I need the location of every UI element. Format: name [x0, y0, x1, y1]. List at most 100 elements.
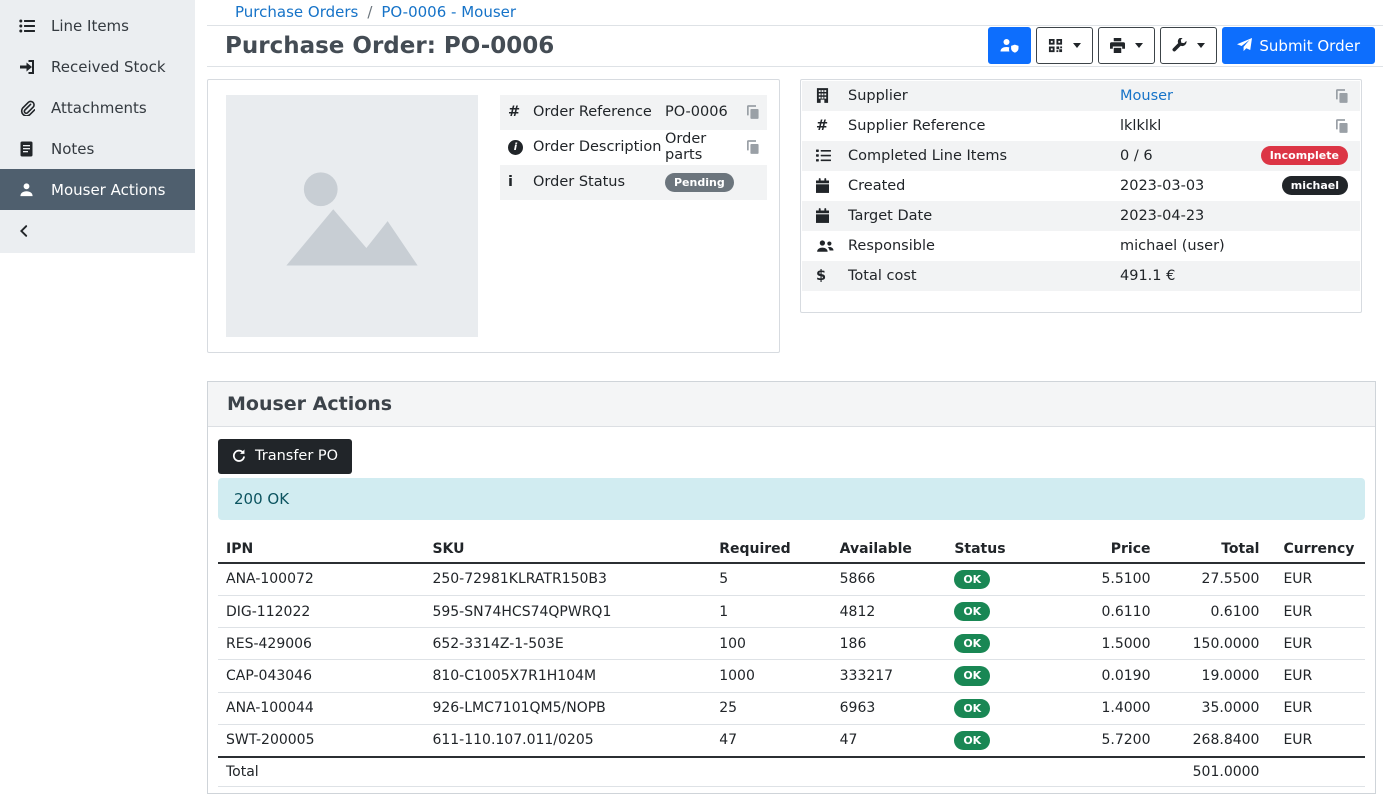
user-badge-wrap: michael [1282, 176, 1348, 195]
ok-badge: OK [954, 666, 990, 685]
order-actions-button[interactable] [1160, 27, 1217, 64]
field-value: 2023-04-23 [1120, 208, 1348, 224]
cell-available: 186 [832, 628, 947, 660]
completed-line-items-row: Completed Line Items 0 / 6 Incomplete [802, 141, 1360, 171]
cell-sku: 926-LMC7101QM5/NOPB [424, 692, 711, 724]
field-value: Pending [665, 173, 759, 192]
sidebar-item-received-stock[interactable]: Received Stock [0, 46, 195, 87]
table-row: ANA-100044 926-LMC7101QM5/NOPB 25 6963 O… [218, 692, 1365, 724]
cell-total: 35.0000 [1159, 692, 1268, 724]
sidebar-collapse-button[interactable] [0, 210, 195, 251]
col-header-status: Status [946, 536, 1066, 563]
order-permissions-button[interactable] [988, 27, 1031, 64]
order-description-row: i Order Description Order parts [500, 130, 767, 165]
footer-total-value: 501.0000 [1159, 757, 1268, 787]
sidebar-item-mouser-actions[interactable]: Mouser Actions [0, 169, 195, 210]
qrcode-icon [1048, 38, 1063, 53]
info-circle-icon: i [508, 140, 533, 155]
note-icon [17, 141, 36, 157]
print-actions-button[interactable] [1098, 27, 1155, 64]
cell-total: 27.5500 [1159, 563, 1268, 596]
cell-required: 25 [711, 692, 831, 724]
breadcrumb: Purchase Orders / PO-0006 - Mouser [207, 0, 1383, 26]
sidebar-item-line-items[interactable]: Line Items [0, 5, 195, 46]
cell-status: OK [946, 628, 1066, 660]
field-label: Completed Line Items [848, 148, 1120, 164]
copy-icon[interactable] [747, 140, 759, 154]
supplier-link[interactable]: Mouser [1120, 88, 1173, 104]
order-detail-section: # Order Reference PO-0006 i Order Descri… [207, 67, 1383, 353]
cell-sku: 652-3314Z-1-503E [424, 628, 711, 660]
calendar-icon [816, 208, 848, 223]
page-header: Purchase Order: PO-0006 [207, 26, 1383, 67]
cell-sku: 611-110.107.011/0205 [424, 724, 711, 757]
submit-order-label: Submit Order [1259, 37, 1360, 55]
cell-ipn: ANA-100044 [218, 692, 424, 724]
responsible-row: Responsible michael (user) [802, 231, 1360, 261]
sidebar-item-label: Notes [51, 140, 94, 158]
cell-status: OK [946, 596, 1066, 628]
submit-order-button[interactable]: Submit Order [1222, 27, 1375, 64]
created-row: Created 2023-03-03 michael [802, 171, 1360, 201]
copy-icon[interactable] [1336, 119, 1348, 133]
sidebar-item-label: Line Items [51, 17, 129, 35]
cell-total: 0.6100 [1159, 596, 1268, 628]
col-header-total: Total [1159, 536, 1268, 563]
panel-body: Transfer PO 200 OK IPN SKU Required Avai… [208, 427, 1375, 793]
cell-total: 150.0000 [1159, 628, 1268, 660]
mouser-actions-panel: Mouser Actions Transfer PO 200 OK IPN [207, 381, 1376, 794]
cell-status: OK [946, 692, 1066, 724]
table-row: DIG-112022 595-SN74HCS74QPWRQ1 1 4812 OK… [218, 596, 1365, 628]
cell-required: 47 [711, 724, 831, 757]
panel-title: Mouser Actions [208, 382, 1375, 427]
main-content: Purchase Orders / PO-0006 - Mouser Purch… [207, 0, 1383, 794]
field-value: 491.1 € [1120, 268, 1348, 284]
breadcrumb-link-purchase-orders[interactable]: Purchase Orders [235, 3, 358, 21]
ok-badge: OK [954, 699, 990, 718]
line-items-table: IPN SKU Required Available Status Price … [218, 536, 1365, 787]
transfer-po-button[interactable]: Transfer PO [218, 439, 352, 474]
user-icon [17, 182, 36, 197]
refresh-icon [232, 449, 246, 463]
cell-required: 100 [711, 628, 831, 660]
field-value: Mouser [1120, 88, 1336, 104]
field-label: Order Description [533, 139, 665, 155]
cell-currency: EUR [1267, 596, 1365, 628]
sidebar-item-notes[interactable]: Notes [0, 128, 195, 169]
barcode-actions-button[interactable] [1036, 27, 1093, 64]
ok-badge: OK [954, 602, 990, 621]
printer-icon [1110, 38, 1125, 53]
sign-in-icon [17, 59, 36, 75]
cell-sku: 595-SN74HCS74QPWRQ1 [424, 596, 711, 628]
chevron-down-icon [1197, 43, 1205, 48]
field-value: 0 / 6 [1120, 148, 1261, 164]
hash-icon: # [508, 104, 533, 120]
cell-price: 1.4000 [1067, 692, 1159, 724]
chevron-down-icon [1135, 43, 1143, 48]
cell-price: 0.6110 [1067, 596, 1159, 628]
field-value: Order parts [665, 131, 747, 163]
cell-status: OK [946, 563, 1066, 596]
sidebar-item-attachments[interactable]: Attachments [0, 87, 195, 128]
user-shield-icon [1000, 38, 1019, 53]
footer-total-label: Total [218, 757, 424, 787]
cell-currency: EUR [1267, 724, 1365, 757]
sidebar-item-label: Received Stock [51, 58, 166, 76]
order-reference-row: # Order Reference PO-0006 [500, 95, 767, 130]
breadcrumb-separator: / [367, 3, 372, 21]
cell-required: 1 [711, 596, 831, 628]
supplier-details-card: Supplier Mouser # Supplier Reference lkl… [800, 79, 1362, 313]
created-by-badge: michael [1282, 176, 1348, 195]
transfer-po-label: Transfer PO [255, 448, 338, 464]
sidebar: Line Items Received Stock Attachments No… [0, 0, 195, 794]
cell-available: 333217 [832, 660, 947, 692]
cell-available: 6963 [832, 692, 947, 724]
building-icon [816, 88, 848, 103]
order-image-placeholder[interactable] [226, 95, 478, 337]
list-check-icon [816, 148, 848, 163]
copy-icon[interactable] [747, 105, 759, 119]
chevron-left-icon [17, 223, 31, 239]
copy-icon[interactable] [1336, 89, 1348, 103]
app: Line Items Received Stock Attachments No… [0, 0, 1383, 794]
breadcrumb-link-current-order[interactable]: PO-0006 - Mouser [381, 3, 516, 21]
